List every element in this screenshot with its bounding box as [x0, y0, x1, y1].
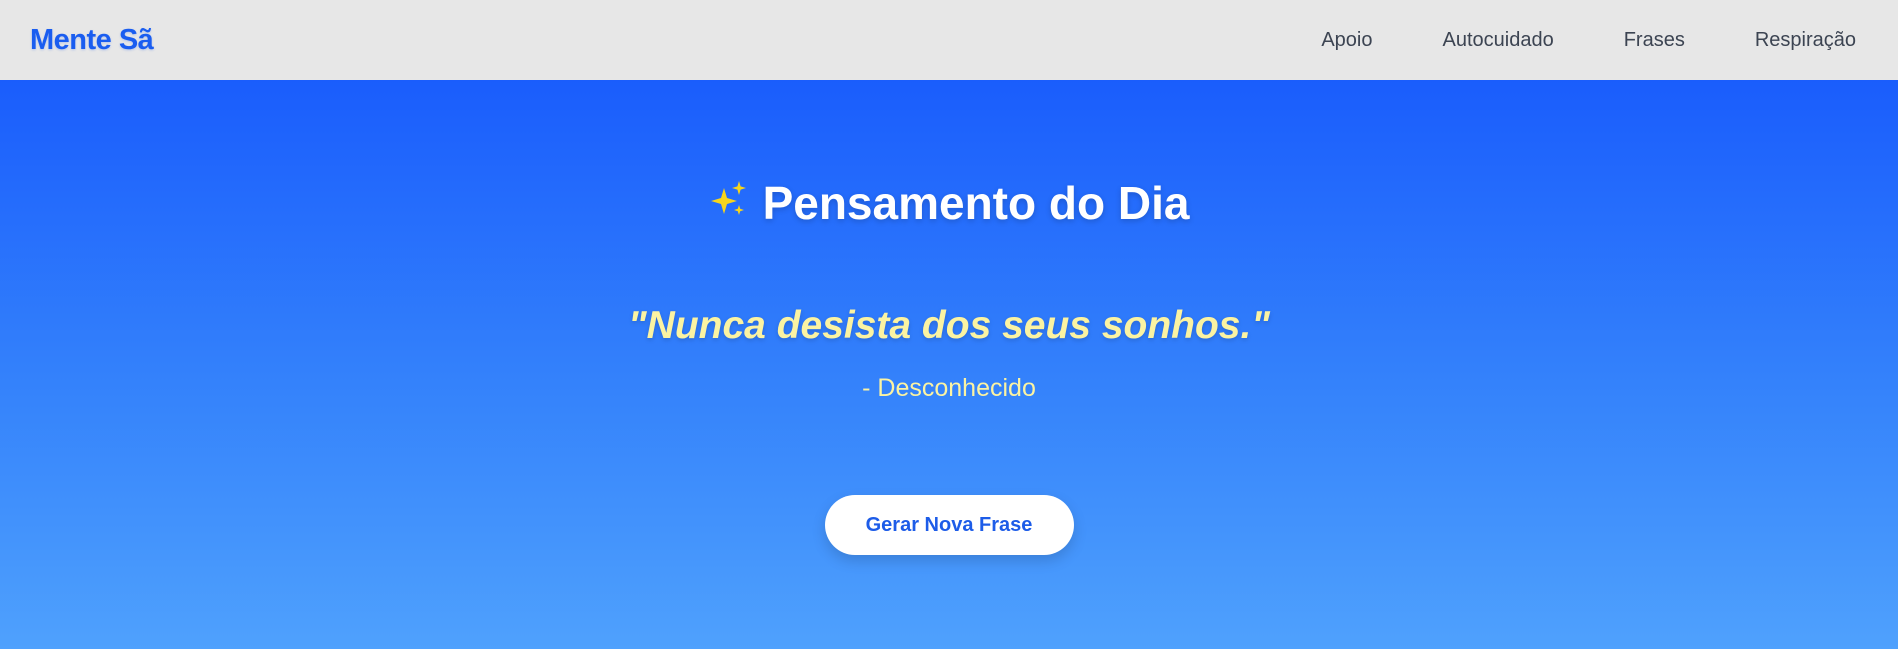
generate-quote-button[interactable]: Gerar Nova Frase — [824, 495, 1074, 555]
nav-link-apoio[interactable]: Apoio — [1321, 29, 1372, 52]
quote-author: - Desconhecido — [862, 374, 1036, 402]
nav-link-frases[interactable]: Frases — [1624, 29, 1685, 52]
sparkles-icon — [710, 181, 746, 215]
main-nav: Apoio Autocuidado Frases Respiração — [1251, 29, 1856, 52]
top-navbar: Mente Sã Apoio Autocuidado Frases Respir… — [0, 0, 1898, 80]
nav-link-respiracao[interactable]: Respiração — [1755, 29, 1856, 52]
quote-text: "Nunca desista dos seus sonhos." — [628, 304, 1270, 347]
section-title-text: Pensamento do Dia — [762, 177, 1190, 229]
nav-link-autocuidado[interactable]: Autocuidado — [1443, 29, 1554, 52]
daily-thought-section: Pensamento do Dia "Nunca desista dos seu… — [0, 80, 1898, 649]
brand-logo[interactable]: Mente Sã — [30, 24, 154, 57]
section-title: Pensamento do Dia — [709, 176, 1190, 230]
